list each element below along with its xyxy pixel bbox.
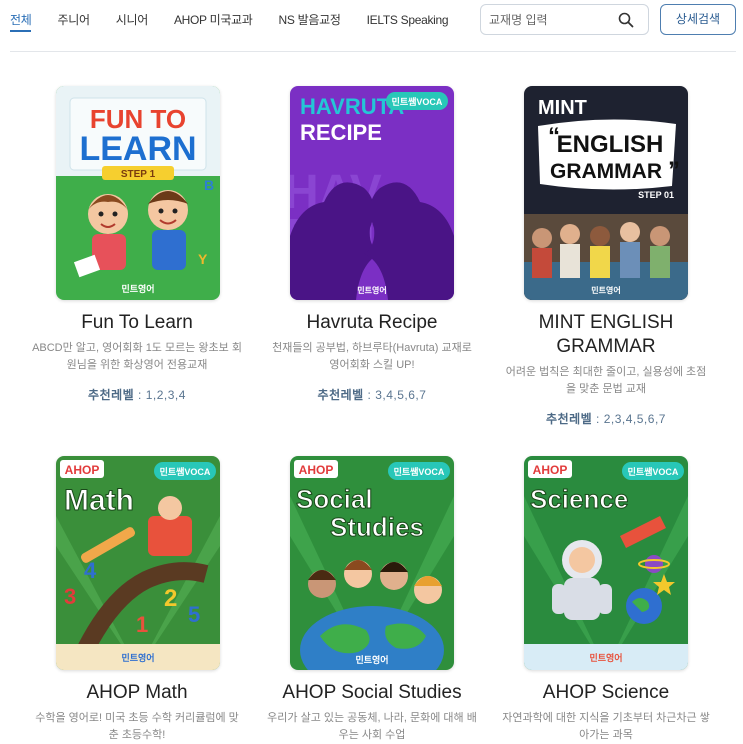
book-description: 어려운 법칙은 최대한 줄이고, 실용성에 초점을 맞춘 문법 교재	[505, 366, 707, 395]
book-level: 추천레벨 : 3,4,5,6,7	[317, 388, 427, 402]
cover-brand: AHOP	[65, 463, 100, 477]
book-cover-fun-to-learn[interactable]: FUN TO LEARN STEP 1 B Y 민트영어	[56, 86, 220, 300]
book-title[interactable]: AHOP Math	[20, 681, 254, 705]
book-cover-ahop-science[interactable]: AHOP 민트쌤VOCA Science 민트영어	[524, 456, 688, 670]
book-title[interactable]: AHOP Science	[489, 681, 723, 705]
book-cover-ahop-social-studies[interactable]: AHOP 민트쌤VOCA Social Studies 민트영어	[290, 456, 454, 670]
tab-ns-pronunciation[interactable]: NS 발음교정	[279, 11, 341, 32]
cover-line2: LEARN	[79, 130, 196, 168]
svg-text:1: 1	[136, 612, 148, 637]
tab-ahop[interactable]: AHOP 미국교과	[174, 11, 253, 32]
cover-badge: 민트쌤VOCA	[394, 466, 445, 477]
book-cover-havruta-recipe[interactable]: HAV RUTA HAVRUTA RECIPE 민트쌤VOCA 민트영어	[290, 86, 454, 300]
cover-publisher: 민트영어	[355, 654, 388, 665]
book-cover-ahop-math[interactable]: AHOP 민트쌤VOCA Math 4 3 2 5 1 민트영어	[56, 456, 220, 670]
advanced-search-button[interactable]: 상세검색	[660, 4, 736, 35]
cover-step: STEP 1	[121, 169, 156, 180]
cover-line3: GRAMMAR	[550, 160, 662, 183]
cover-brand: AHOP	[299, 463, 334, 477]
cover-badge: 민트쌤VOCA	[628, 466, 679, 477]
cover-line2: ENGLISH	[557, 131, 664, 158]
svg-text:B: B	[204, 177, 214, 193]
cover-badge: 민트쌤VOCA	[392, 96, 443, 107]
book-cover-mint-english-grammar[interactable]: MINT “ ENGLISH GRAMMAR ” STEP 01 민트영어	[524, 86, 688, 300]
svg-text:Y: Y	[198, 251, 208, 267]
book-description: 천재들의 공부법, 하브루타(Havruta) 교재로 영어회화 스킬 UP!	[272, 342, 472, 371]
tab-ielts-speaking[interactable]: IELTS Speaking	[367, 13, 449, 31]
book-title[interactable]: MINT ENGLISH GRAMMAR	[489, 311, 723, 359]
level-values: 3,4,5,6,7	[375, 388, 427, 402]
book-title[interactable]: AHOP Social Studies	[255, 681, 489, 705]
cover-subject: Math	[64, 484, 134, 517]
cover-badge: 민트쌤VOCA	[160, 466, 211, 477]
book-level: 추천레벨 : 1,2,3,4	[88, 388, 186, 402]
cover-subject2: Studies	[330, 512, 424, 542]
cover-subject: Science	[530, 484, 628, 514]
search-icon[interactable]	[618, 12, 634, 28]
svg-text:4: 4	[84, 558, 97, 583]
cover-publisher: 민트영어	[121, 652, 154, 663]
cover-publisher: 민트영어	[357, 285, 386, 295]
level-values: 2,3,4,5,6,7	[603, 412, 666, 426]
level-label: 추천레벨	[317, 388, 364, 402]
svg-text:2: 2	[164, 585, 177, 612]
cover-publisher: 민트영어	[589, 652, 622, 663]
cover-subject1: Social	[296, 484, 373, 514]
svg-text:3: 3	[64, 584, 76, 609]
cover-line2: RECIPE	[300, 120, 382, 145]
cover-step: STEP 01	[638, 190, 674, 200]
top-bar: 전체 주니어 시니어 AHOP 미국교과 NS 발음교정 IELTS Speak…	[0, 0, 743, 52]
level-label: 추천레벨	[546, 412, 593, 426]
book-description: ABCD만 알고, 영어회화 1도 모르는 왕초보 회원님을 위한 화상영어 전…	[32, 342, 242, 371]
book-description: 자연과학에 대한 지식을 기초부터 차근차근 쌓아가는 과목	[502, 712, 710, 741]
tab-senior[interactable]: 시니어	[116, 11, 149, 32]
book-title[interactable]: Fun To Learn	[20, 311, 254, 335]
svg-text:5: 5	[188, 602, 200, 627]
level-values: 1,2,3,4	[145, 388, 186, 402]
tab-all[interactable]: 전체	[10, 11, 32, 32]
search-box	[480, 4, 649, 35]
book-level: 추천레벨 : 2,3,4,5,6,7	[546, 412, 666, 426]
tab-junior[interactable]: 주니어	[57, 11, 90, 32]
divider	[10, 51, 736, 52]
level-label: 추천레벨	[88, 388, 135, 402]
search-input[interactable]	[489, 5, 609, 34]
cover-brand: AHOP	[533, 463, 568, 477]
svg-text:”: ”	[668, 157, 680, 184]
cover-line1: MINT	[538, 97, 587, 119]
book-description: 수학을 영어로! 미국 초등 수학 커리큘럼에 맞춘 초등수학!	[35, 712, 239, 741]
category-tabs: 전체 주니어 시니어 AHOP 미국교과 NS 발음교정 IELTS Speak…	[10, 11, 474, 32]
cover-publisher: 민트영어	[121, 283, 154, 294]
cover-publisher: 민트영어	[591, 285, 620, 295]
book-title[interactable]: Havruta Recipe	[255, 311, 489, 335]
book-description: 우리가 살고 있는 공동체, 나라, 문화에 대해 배우는 사회 수업	[267, 712, 477, 741]
